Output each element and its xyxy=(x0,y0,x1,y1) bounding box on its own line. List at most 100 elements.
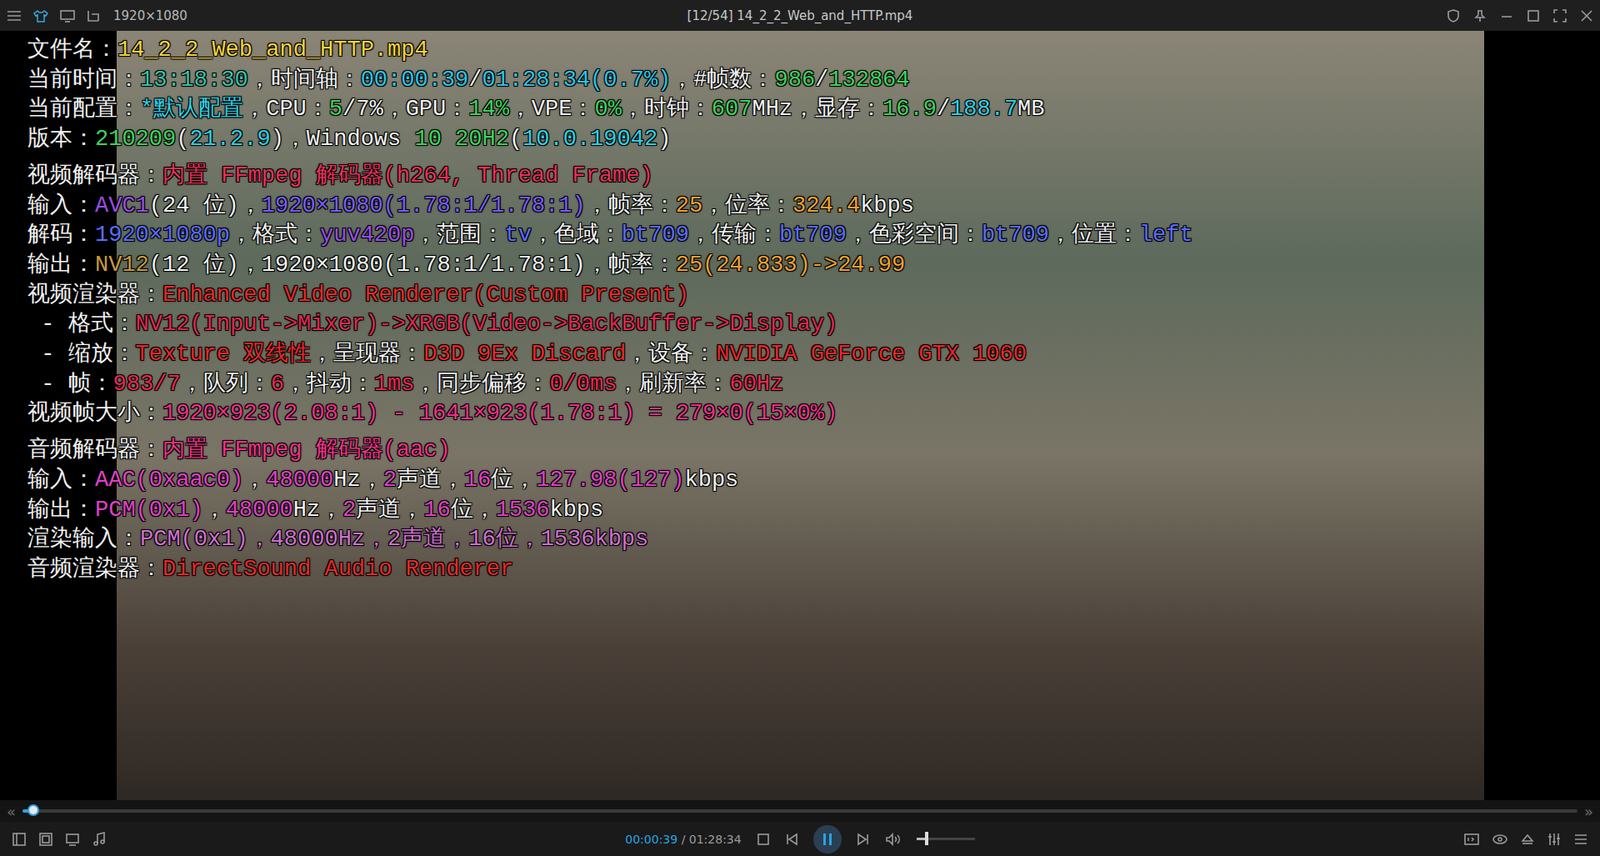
info-text: yuv420p xyxy=(320,222,415,248)
info-text: ( xyxy=(509,126,523,152)
seek-knob[interactable] xyxy=(27,804,40,816)
info-line: - 格式：NV12(Input->Mixer)->XRGB(Video->Bac… xyxy=(27,310,1194,340)
info-text: 6 xyxy=(270,371,285,397)
subtitle-icon[interactable] xyxy=(65,831,80,847)
info-text: NVIDIA GeForce GTX 1060 xyxy=(715,341,1027,367)
info-text: 渲染输入： xyxy=(27,526,140,552)
vr-360-icon[interactable] xyxy=(1491,831,1509,847)
info-text: 10 20H2 xyxy=(414,126,509,152)
info-text: ，位置： xyxy=(1049,222,1140,248)
info-line: 解码：1920×1080p，格式：yuv420p，范围：tv，色域：bt709，… xyxy=(27,220,1194,251)
info-text: 输出： xyxy=(27,497,95,523)
info-text: (12 位)，1920×1080(1.78:1/1.78:1)，帧率： xyxy=(149,252,676,278)
info-text: 60Hz xyxy=(729,371,784,397)
info-text: 607 xyxy=(711,96,753,122)
seek-track[interactable] xyxy=(22,809,1578,813)
music-icon[interactable] xyxy=(91,831,107,847)
info-line: 输出：PCM(0x1)，48000Hz，2声道，16位，1536kbps xyxy=(27,495,1194,526)
shield-icon[interactable] xyxy=(1446,9,1460,23)
info-text: Texture 双线性 xyxy=(135,341,312,367)
equalizer-icon[interactable] xyxy=(1546,831,1562,847)
pin-icon[interactable] xyxy=(1473,9,1487,23)
info-text: ，传输： xyxy=(689,222,780,248)
info-text: ，VPE： xyxy=(509,96,595,122)
info-line: 音频解码器：内置 FFmpeg 解码器(aac) xyxy=(27,435,1194,466)
info-text: MHz，显存： xyxy=(751,96,883,122)
info-text: bt709 xyxy=(621,222,690,248)
info-text: ，#帧数： xyxy=(670,67,775,93)
info-text: ，呈现器： xyxy=(310,341,424,367)
info-text: 版本： xyxy=(27,126,95,152)
info-text: 视频解码器： xyxy=(27,163,163,189)
title-bar: 1920×1080[12/54] 14_2_2_Web_and_HTTP.mp4 xyxy=(0,0,1600,31)
info-text: 视频渲染器： xyxy=(27,282,163,308)
info-text: ，范围： xyxy=(414,222,505,248)
minimize-icon[interactable] xyxy=(1500,9,1514,23)
info-text: 13:18:30 xyxy=(140,67,249,93)
panel-icon[interactable] xyxy=(11,831,27,847)
menu-icon[interactable] xyxy=(1573,831,1589,847)
info-line: 当前时间：13:18:30，时间轴：00:00:39/01:28:34(0.7%… xyxy=(27,65,1194,96)
info-text: NV12 xyxy=(95,252,150,278)
menu-icon[interactable] xyxy=(6,9,22,23)
volume-track[interactable] xyxy=(916,837,975,840)
info-text: /7% xyxy=(342,96,384,122)
info-text: 1ms xyxy=(374,371,415,397)
control-bar: 00:00:39 / 01:28:34 xyxy=(0,821,1600,856)
frame-icon[interactable] xyxy=(38,831,54,847)
info-text: PCM(0x1)，48000Hz，2声道，16位，1536kbps xyxy=(140,526,649,552)
info-text: 983/7 xyxy=(113,371,181,397)
info-text: bt709 xyxy=(981,222,1050,248)
info-text: 986 xyxy=(775,67,816,93)
info-text: 0% xyxy=(594,96,621,122)
info-line: 渲染输入：PCM(0x1)，48000Hz，2声道，16位，1536kbps xyxy=(27,525,1194,555)
volume-knob[interactable] xyxy=(925,831,929,845)
3d-icon[interactable] xyxy=(1463,831,1480,847)
info-text: 14% xyxy=(468,96,510,122)
info-text: AAC(0xaac0) xyxy=(95,467,244,493)
stop-icon[interactable] xyxy=(756,832,770,846)
maximize-icon[interactable] xyxy=(1526,9,1540,23)
crop-icon[interactable] xyxy=(86,9,102,23)
seek-forward-button[interactable]: » xyxy=(1584,802,1594,820)
next-icon[interactable] xyxy=(856,832,870,846)
info-text: ，色彩空间： xyxy=(846,222,982,248)
info-text: 16 xyxy=(464,467,491,493)
info-text: MB xyxy=(1017,96,1045,122)
info-text: 25(24.833)->24.99 xyxy=(675,252,905,278)
seek-row: «» xyxy=(0,800,1600,822)
info-text: 16 xyxy=(423,497,450,523)
info-text: kbps xyxy=(549,497,604,523)
info-text: 48000 xyxy=(225,497,294,523)
info-text: 14_2_2_Web_and_HTTP.mp4 xyxy=(117,37,429,63)
info-text: ，帧率： xyxy=(585,193,676,219)
close-icon[interactable] xyxy=(1580,9,1594,23)
skin-icon[interactable] xyxy=(33,9,49,23)
info-text: 00:00:39 xyxy=(360,67,470,93)
info-text: 01:28:34 xyxy=(481,67,590,93)
info-line: 版本：210209(21.2.9)，Windows 10 20H2(10.0.1… xyxy=(27,125,1194,155)
info-text: PCM(0x1) xyxy=(95,497,204,523)
info-text: - 缩放： xyxy=(27,341,136,367)
video-area[interactable]: 文件名：14_2_2_Web_and_HTTP.mp4当前时间：13:18:30… xyxy=(0,30,1600,800)
info-text: ，队列： xyxy=(180,371,271,397)
info-text: Enhanced Video Renderer(Custom Present) xyxy=(162,282,690,308)
fullscreen-icon[interactable] xyxy=(1553,9,1567,23)
play-pause-button[interactable] xyxy=(813,825,842,854)
info-text: / xyxy=(815,67,829,93)
previous-icon[interactable] xyxy=(785,832,799,846)
volume-icon[interactable] xyxy=(885,832,902,846)
info-text: 内置 FFmpeg 解码器(aac) xyxy=(162,437,451,463)
info-text: 127.98(127) xyxy=(535,467,685,493)
monitor-icon[interactable] xyxy=(60,9,75,23)
info-text: kbps xyxy=(685,467,740,493)
window-title: [12/54] 14_2_2_Web_and_HTTP.mp4 xyxy=(356,8,1244,24)
info-text: 内置 FFmpeg 解码器(h264, Thread Frame) xyxy=(162,163,654,189)
info-text: *默认配置 xyxy=(140,96,244,122)
info-text: NV12(Input->Mixer)->XRGB(Video->BackBuff… xyxy=(135,311,839,337)
info-text: DirectSound Audio Renderer xyxy=(162,556,514,582)
eject-icon[interactable] xyxy=(1520,831,1535,847)
info-group: 视频解码器：内置 FFmpeg 解码器(h264, Thread Frame)输… xyxy=(27,161,1194,430)
seek-back-button[interactable]: « xyxy=(6,802,16,820)
info-text: 25 xyxy=(675,193,703,219)
